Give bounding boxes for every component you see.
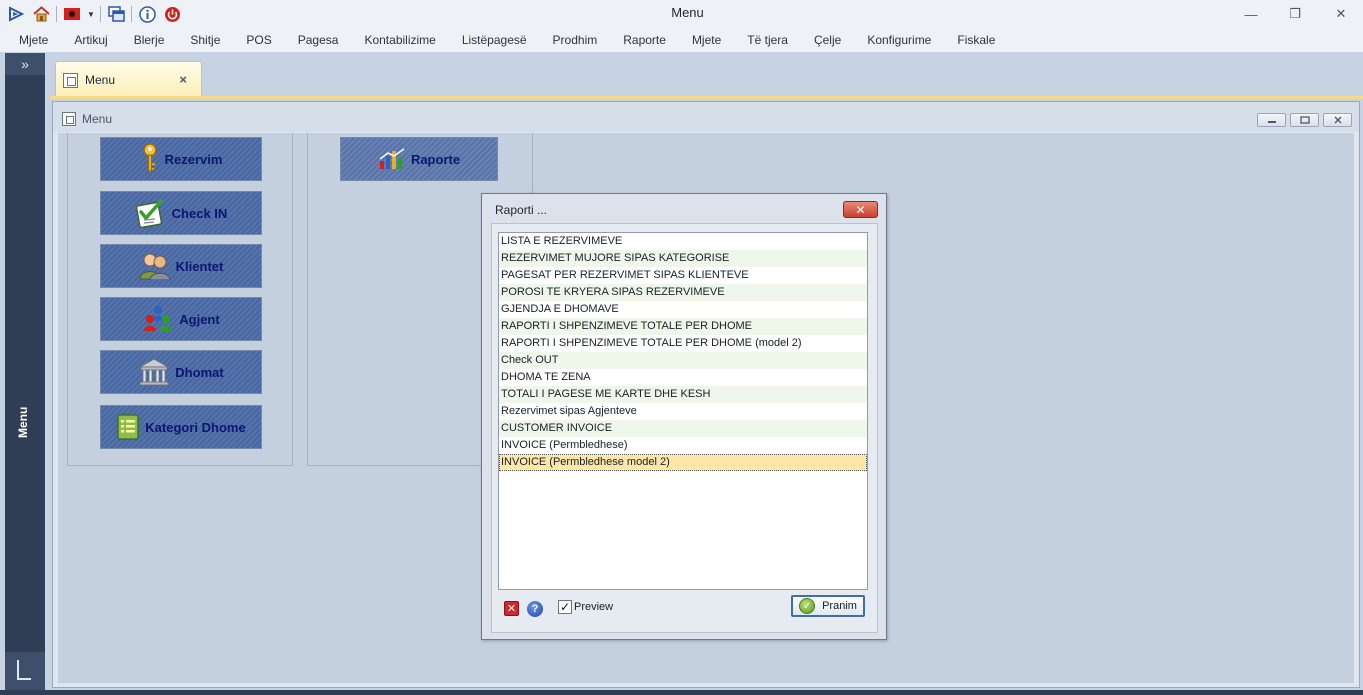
key-icon: [142, 143, 157, 172]
report-item[interactable]: POROSI TE KRYERA SIPAS REZERVIMEVE: [499, 284, 867, 301]
window-icon: [63, 72, 78, 88]
menu-blerje[interactable]: Blerje: [121, 28, 178, 52]
window-title: Menu: [671, 5, 704, 20]
mdi-minimize-button[interactable]: [1257, 113, 1286, 127]
dhomat-button[interactable]: Dhomat: [100, 350, 262, 394]
tile-label: Agjent: [179, 311, 220, 327]
dialog-footer: ✕ ? ✓ Preview ✓ Pranim: [492, 594, 877, 630]
report-item[interactable]: CUSTOMER INVOICE: [499, 420, 867, 437]
dialog-content: LISTA E REZERVIMEVE REZERVIMET MUJORE SI…: [491, 223, 878, 633]
check-in-button[interactable]: Check IN: [100, 191, 262, 235]
report-item[interactable]: REZERVIMET MUJORE SIPAS KATEGORISE: [499, 250, 867, 267]
menu-pagesa[interactable]: Pagesa: [285, 28, 352, 52]
menu-window-title: Menu: [82, 112, 113, 126]
menu-kontabilizime[interactable]: Kontabilizime: [351, 28, 448, 52]
menu-fiskale[interactable]: Fiskale: [944, 28, 1008, 52]
check-circle-icon: ✓: [799, 598, 816, 614]
mdi-restore-button[interactable]: [1290, 113, 1319, 127]
menu-pos[interactable]: POS: [233, 28, 284, 52]
checklist-icon: [135, 199, 163, 228]
report-item-selected[interactable]: INVOICE (Permbledhese model 2): [499, 454, 867, 471]
menu-mjete-2[interactable]: Mjete: [679, 28, 734, 52]
preview-checkbox[interactable]: ✓: [558, 600, 572, 614]
report-list[interactable]: LISTA E REZERVIMEVE REZERVIMET MUJORE SI…: [498, 232, 868, 590]
notes-icon: [117, 414, 139, 440]
menu-konfigurime[interactable]: Konfigurime: [854, 28, 944, 52]
preview-label: Preview: [574, 601, 614, 613]
bank-icon: [138, 358, 171, 386]
tile-label: Klientet: [175, 258, 224, 274]
tile-label: Raporte: [410, 151, 461, 167]
menu-celje[interactable]: Çelje: [801, 28, 854, 52]
window-icon: [62, 112, 76, 126]
report-item[interactable]: PAGESAT PER REZERVIMET SIPAS KLIENTEVE: [499, 267, 867, 284]
expand-pane-button[interactable]: »: [5, 53, 45, 75]
clients-icon: [139, 253, 171, 280]
mdi-close-button[interactable]: [1323, 113, 1352, 127]
menu-mjete[interactable]: Mjete: [6, 28, 61, 52]
dialog-title: Raporti ...: [495, 203, 548, 217]
menu-shitje[interactable]: Shitje: [177, 28, 233, 52]
report-item[interactable]: INVOICE (Permbledhese): [499, 437, 867, 454]
pane-corner-button[interactable]: [5, 652, 45, 690]
tile-label: Check IN: [171, 205, 228, 221]
menu-raporte[interactable]: Raporte: [610, 28, 679, 52]
report-dialog: Raporti ... ✕ LISTA E REZERVIMEVE REZERV…: [481, 193, 887, 640]
report-item[interactable]: LISTA E REZERVIMEVE: [499, 233, 867, 250]
klientet-button[interactable]: Klientet: [100, 244, 262, 288]
nav-pane: » Menu: [5, 53, 45, 690]
menu-te-tjera[interactable]: Të tjera: [734, 28, 801, 52]
menu-artikuj[interactable]: Artikuj: [61, 28, 120, 52]
dialog-titlebar: Raporti ... ✕: [482, 194, 886, 223]
tile-label: Dhomat: [175, 364, 224, 380]
report-item[interactable]: Check OUT: [499, 352, 867, 369]
cancel-icon[interactable]: ✕: [504, 601, 519, 616]
title-bar: ▼ Menu — ❐ ✕: [0, 0, 1363, 28]
close-icon[interactable]: ×: [179, 72, 187, 87]
menu-bar: Mjete Artikuj Blerje Shitje POS Pagesa K…: [0, 28, 1363, 52]
menu-listepagese[interactable]: Listëpagesë: [449, 28, 540, 52]
restore-button[interactable]: ❐: [1284, 4, 1306, 24]
report-item[interactable]: TOTALI I PAGESE ME KARTE DHE KESH: [499, 386, 867, 403]
tab-menu[interactable]: Menu ×: [55, 61, 202, 98]
close-button[interactable]: ✕: [1330, 4, 1352, 24]
report-item[interactable]: RAPORTI I SHPENZIMEVE TOTALE PER DHOME: [499, 318, 867, 335]
dialog-close-button[interactable]: ✕: [843, 201, 878, 218]
report-item[interactable]: RAPORTI I SHPENZIMEVE TOTALE PER DHOME (…: [499, 335, 867, 352]
nav-pane-label[interactable]: Menu: [16, 407, 30, 438]
agents-icon: [144, 306, 173, 331]
tab-underline: [50, 96, 1363, 99]
pranim-label: Pranim: [822, 600, 857, 612]
pranim-button[interactable]: ✓ Pranim: [791, 595, 865, 617]
agjent-button[interactable]: Agjent: [100, 297, 262, 341]
bottom-strip: [0, 690, 1363, 695]
help-icon[interactable]: ?: [527, 601, 543, 617]
tile-label: Kategori Dhome: [145, 419, 246, 435]
report-item[interactable]: DHOMA TE ZENA: [499, 369, 867, 386]
corner-icon: [17, 660, 31, 680]
rezervim-button[interactable]: Rezervim: [100, 137, 262, 181]
report-item[interactable]: Rezervimet sipas Agjenteve: [499, 403, 867, 420]
report-icon: [379, 148, 405, 169]
document-tab-strip: Menu ×: [50, 53, 1363, 98]
tab-label: Menu: [85, 73, 116, 87]
menu-window-titlebar: Menu: [53, 102, 1359, 132]
raporte-button[interactable]: Raporte: [340, 137, 498, 181]
tile-label: Rezervim: [164, 151, 223, 167]
menu-prodhim[interactable]: Prodhim: [540, 28, 611, 52]
minimize-button[interactable]: —: [1240, 4, 1262, 24]
report-item[interactable]: GJENDJA E DHOMAVE: [499, 301, 867, 318]
kategori-dhome-button[interactable]: Kategori Dhome: [100, 405, 262, 449]
group-hotel: Rezervim Check IN Klientet Agjent Dhomat…: [67, 133, 293, 466]
